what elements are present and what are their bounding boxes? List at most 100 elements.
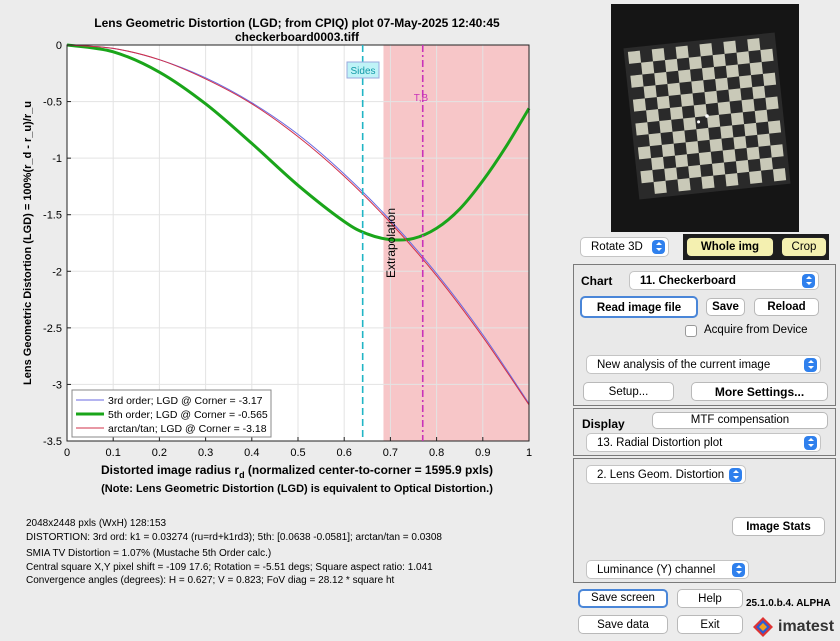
checker-square [725,173,739,187]
checker-square [680,93,694,107]
checker-square [632,98,647,112]
lgd-select[interactable]: 2. Lens Geom. Distortion [586,465,746,484]
legend-label: 5th order; LGD @ Corner = -0.565 [108,409,268,421]
info-smia: SMIA TV Distortion = 1.07% (Mustache 5th… [26,548,272,559]
checker-square [643,85,657,99]
x-axis-label: Distorted image radius rd (normalized ce… [101,463,493,480]
y-tick-label: -0.5 [43,97,62,109]
checker-square [712,162,726,176]
save-button[interactable]: Save [706,298,745,316]
checker-square [709,138,723,152]
checker-square [752,85,766,100]
imatest-logo-icon [753,617,773,637]
x-tick-label: 0.7 [383,447,398,459]
chevron-updown-icon [732,563,745,577]
checker-square [678,69,692,83]
setup-button[interactable]: Setup... [583,382,674,401]
image-stats-button[interactable]: Image Stats [732,517,825,536]
checker-square [685,141,699,155]
checker-square [627,50,642,64]
checker-square [659,119,673,133]
checker-square [664,167,678,181]
checker-square [651,156,665,171]
checker-square [722,149,736,163]
chart-label: Chart [581,274,613,288]
checker-square [772,168,787,182]
whole-img-button[interactable]: Whole img [686,237,774,257]
crop-button[interactable]: Crop [781,237,827,257]
extrapolation-label: Extrapolation [384,208,398,278]
checker-square [698,151,713,165]
checker-square [669,106,684,120]
checker-square [741,99,755,113]
y-tick-label: -1.5 [43,210,62,222]
checker-square [744,122,758,137]
acquire-label: Acquire from Device [704,324,808,336]
checker-square [723,40,737,54]
distortion-plot: 0 0.1 0.2 0.3 0.4 0.5 0.6 0.7 0.8 0.9 1 0 -0.5 -1 -1.5… [22,16,532,495]
info-image-size: 2048x2448 pxls (WxH) 128:153 [26,518,167,529]
checker-square [672,130,686,144]
checker-square [739,75,753,89]
mtf-compensation-button[interactable]: MTF compensation [652,412,828,429]
plot-note: (Note: Lens Geometric Distortion (LGD) i… [101,483,493,495]
analysis-select[interactable]: New analysis of the current image [586,355,821,374]
checker-square [720,125,734,139]
exit-button[interactable]: Exit [677,615,743,634]
checker-square [762,72,777,86]
checker-square [746,146,760,160]
chevron-updown-icon [804,358,817,372]
help-button[interactable]: Help [677,589,743,608]
legend-label: 3rd order; LGD @ Corner = -3.17 [108,395,263,407]
checker-square [749,170,763,184]
checker-square [630,74,644,88]
checker-square [691,80,705,94]
checker-square [759,157,773,171]
checker-square [683,117,697,131]
version-label: 25.1.0.b.4. ALPHA [746,598,831,609]
info-distortion: DISTORTION: 3rd ord: k1 = 0.03274 (ru=rd… [26,532,442,543]
checker-square [717,101,731,115]
info-central-shift: Central square X,Y pixel shift = -109 17… [26,562,433,573]
reload-button[interactable]: Reload [754,298,819,316]
x-tick-label: 0.8 [429,447,444,459]
checker-square [667,82,681,96]
checker-square [704,90,718,105]
read-image-file-button[interactable]: Read image file [580,296,698,318]
checker-square [664,58,679,73]
display-label: Display [582,417,625,431]
y-tick-label: -3.5 [43,436,62,448]
rotate-3d-select[interactable]: Rotate 3D [580,237,669,257]
checker-square [715,77,729,91]
checker-square [693,104,707,118]
checker-square [760,48,774,62]
y-tick-label: -3 [52,379,62,391]
channel-select[interactable]: Luminance (Y) channel [586,560,749,579]
x-tick-label: 0.6 [337,447,352,459]
save-data-button[interactable]: Save data [578,615,668,634]
save-screen-button[interactable]: Save screen [578,589,668,608]
chevron-updown-icon [652,240,665,254]
chevron-updown-icon [729,468,742,482]
x-tick-label: 0.3 [198,447,213,459]
checker-square [701,67,716,81]
checker-square [641,61,655,75]
more-settings-button[interactable]: More Settings... [691,382,828,401]
checker-square [688,164,702,179]
checker-square [767,120,782,134]
checker-square [747,38,761,52]
display-type-select[interactable]: 13. Radial Distortion plot [586,433,821,452]
chart-type-select[interactable]: 11. Checkerboard [629,271,819,290]
y-tick-label: 0 [56,40,62,52]
x-tick-label: 0 [64,447,70,459]
checker-square [637,146,652,160]
checker-square [640,170,654,184]
acquire-checkbox[interactable] [685,325,697,337]
chevron-updown-icon [802,274,815,288]
tb-marker-label: T,B [414,93,429,104]
checker-square [765,96,779,110]
x-tick-label: 0.4 [244,447,259,459]
x-tick-label: 0.2 [152,447,167,459]
image-thumbnail[interactable] [611,4,799,232]
imatest-logo-text: imatest [778,618,835,635]
